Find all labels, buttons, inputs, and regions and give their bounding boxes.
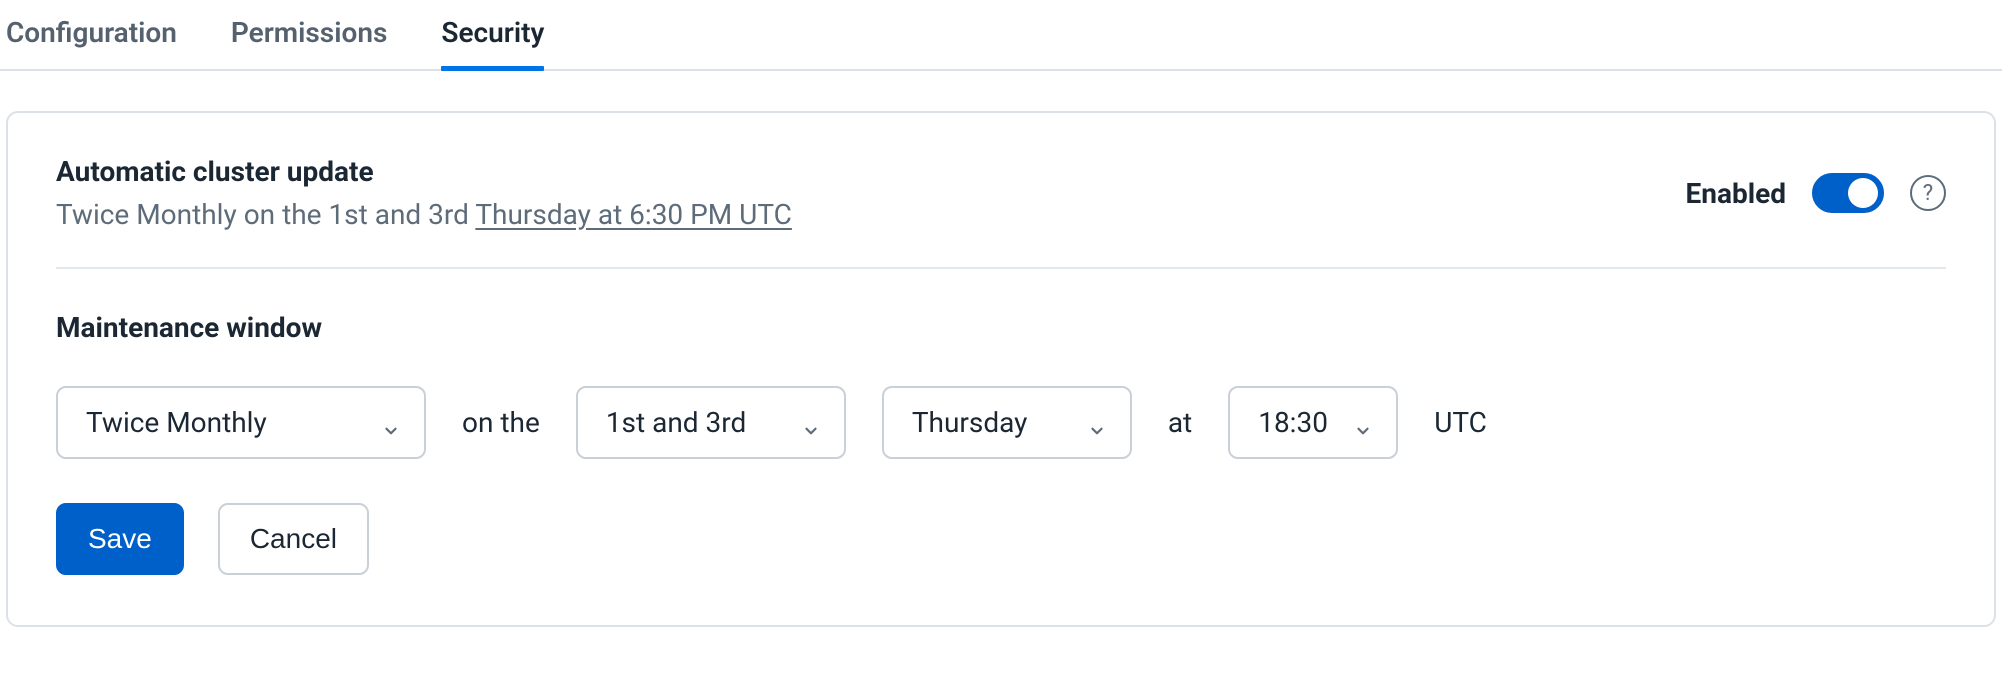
ordinal-selected-value: 1st and 3rd [606,406,746,439]
day-select[interactable]: Thursday [882,386,1132,459]
auto-update-enabled-label: Enabled [1686,177,1786,210]
tab-permissions[interactable]: Permissions [231,0,387,69]
chevron-down-icon [802,414,820,432]
help-icon[interactable]: ? [1910,175,1946,211]
security-panel: Automatic cluster update Twice Monthly o… [6,111,1996,627]
chevron-down-icon [1088,414,1106,432]
help-glyph: ? [1923,181,1933,206]
auto-update-title: Automatic cluster update [56,155,1662,188]
auto-update-toggle[interactable] [1812,173,1884,213]
time-selected-value: 18:30 [1258,406,1328,439]
auto-update-subtitle: Twice Monthly on the 1st and 3rd Thursda… [56,198,1662,231]
connector-at: at [1168,406,1192,439]
frequency-selected-value: Twice Monthly [86,406,267,439]
maintenance-selects-row: Twice Monthly on the 1st and 3rd Thursda… [56,386,1946,459]
tab-configuration[interactable]: Configuration [6,0,177,69]
chevron-down-icon [1354,414,1372,432]
cancel-button[interactable]: Cancel [218,503,369,575]
actions-row: Save Cancel [56,503,1946,575]
connector-on-the: on the [462,406,540,439]
chevron-down-icon [382,414,400,432]
toggle-knob [1848,178,1878,208]
maintenance-window-title: Maintenance window [56,311,1946,344]
time-select[interactable]: 18:30 [1228,386,1398,459]
save-button[interactable]: Save [56,503,184,575]
tab-bar: Configuration Permissions Security [0,0,2002,71]
tz-label: UTC [1434,406,1487,439]
auto-update-header: Automatic cluster update Twice Monthly o… [56,155,1946,269]
ordinal-select[interactable]: 1st and 3rd [576,386,846,459]
frequency-select[interactable]: Twice Monthly [56,386,426,459]
auto-update-subtitle-prefix: Twice Monthly on the 1st and 3rd [56,198,475,231]
day-selected-value: Thursday [912,406,1028,439]
auto-update-schedule-link[interactable]: Thursday at 6:30 PM UTC [475,198,792,231]
tab-security[interactable]: Security [441,0,544,69]
